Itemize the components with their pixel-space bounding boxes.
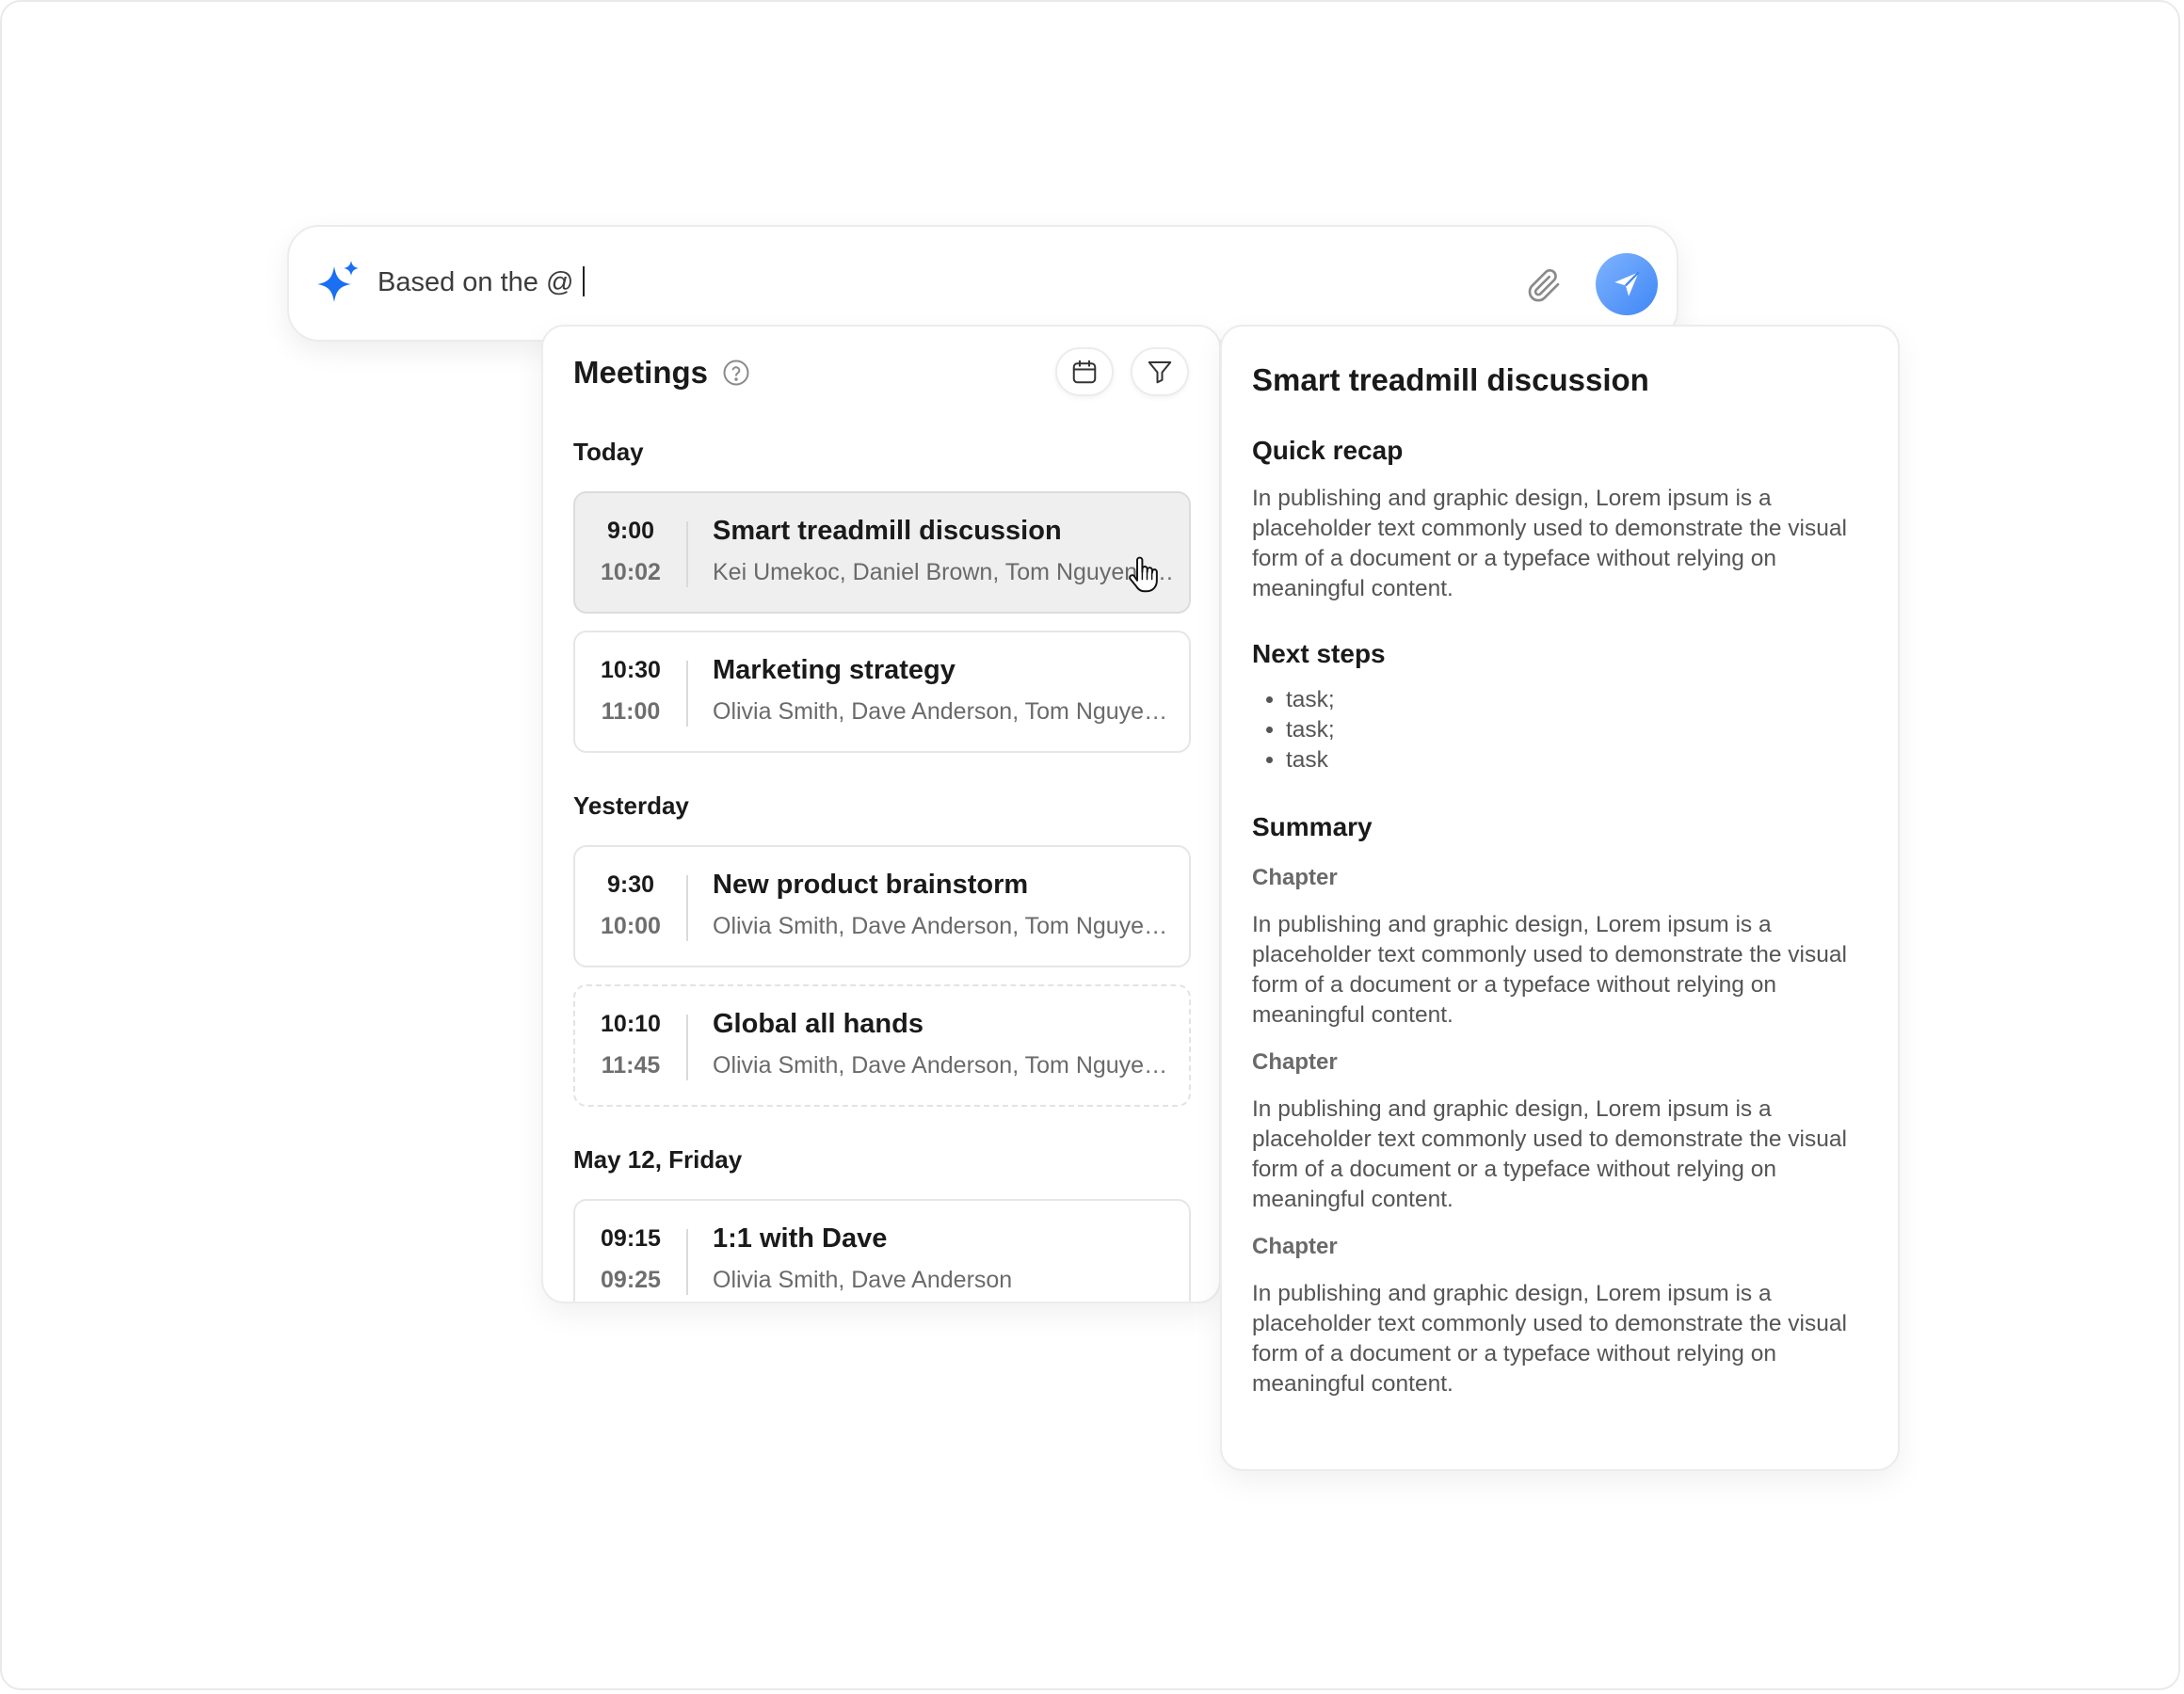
time-divider xyxy=(686,1229,688,1295)
text-caret xyxy=(583,266,586,296)
meeting-title: New product brainstorm xyxy=(713,870,1029,900)
meeting-start-time: 10:30 xyxy=(601,657,661,683)
chapter-label: Chapter xyxy=(1252,865,1338,890)
meeting-card[interactable]: 9:00 10:02 Smart treadmill discussion Ke… xyxy=(573,491,1191,614)
meeting-end-time: 10:02 xyxy=(601,559,661,585)
meeting-title: Global all hands xyxy=(713,1009,923,1039)
meetings-title: Meetings xyxy=(573,355,709,390)
next-step-item: task xyxy=(1286,745,1335,775)
help-icon[interactable] xyxy=(722,359,750,387)
section-label-today: Today xyxy=(573,438,644,466)
paperclip-icon[interactable] xyxy=(1525,266,1563,304)
time-divider xyxy=(686,1015,688,1080)
calendar-button[interactable] xyxy=(1055,347,1114,396)
meeting-card[interactable]: 9:30 10:00 New product brainstorm Olivia… xyxy=(573,845,1191,967)
prompt-input-text: Based on the @ xyxy=(377,267,582,297)
meeting-attendees: Olivia Smith, Dave Anderson, Tom Nguyen,… xyxy=(713,1052,1180,1079)
sparkle-icon xyxy=(317,261,359,302)
hand-cursor-icon xyxy=(1129,556,1158,593)
meeting-end-time: 10:00 xyxy=(601,913,661,939)
chapter-label: Chapter xyxy=(1252,1049,1338,1075)
section-label-may-12: May 12, Friday xyxy=(573,1145,743,1174)
next-steps-list: task; task; task xyxy=(1252,685,1335,775)
meeting-start-time: 9:30 xyxy=(606,871,655,898)
filter-icon xyxy=(1148,361,1172,384)
meeting-start-time: 9:00 xyxy=(606,518,655,544)
meetings-panel: Meetings Today 9:00 10:02 Smart treadmil… xyxy=(541,325,1221,1303)
meeting-attendees: Olivia Smith, Dave Anderson xyxy=(713,1267,1013,1293)
send-button[interactable] xyxy=(1596,253,1658,315)
meeting-end-time: 11:45 xyxy=(601,1052,661,1079)
send-icon xyxy=(1614,271,1640,296)
chapter-text: In publishing and graphic design, Lorem … xyxy=(1252,1096,1847,1212)
meeting-card[interactable]: 10:10 11:45 Global all hands Olivia Smit… xyxy=(573,984,1191,1107)
meeting-end-time: 11:00 xyxy=(601,698,661,725)
next-step-item: task; xyxy=(1286,685,1335,715)
time-divider xyxy=(686,521,688,587)
meeting-attendees: Olivia Smith, Dave Anderson, Tom Nguyen,… xyxy=(713,913,1180,939)
time-divider xyxy=(686,875,688,941)
calendar-icon xyxy=(1072,360,1097,384)
meeting-start-time: 09:15 xyxy=(601,1225,661,1252)
meeting-attendees: Kei Umekoc, Daniel Brown, Tom Nguyen, Ol… xyxy=(713,559,1180,585)
meeting-attendees: Olivia Smith, Dave Anderson, Tom Nguyen,… xyxy=(713,698,1180,725)
meeting-card[interactable]: 09:15 09:25 1:1 with Dave Olivia Smith, … xyxy=(573,1199,1191,1302)
meeting-title: 1:1 with Dave xyxy=(713,1223,888,1254)
quick-recap-text: In publishing and graphic design, Lorem … xyxy=(1252,486,1847,601)
meeting-start-time: 10:10 xyxy=(601,1011,661,1037)
prompt-input[interactable]: Based on the @ xyxy=(377,266,586,298)
filter-button[interactable] xyxy=(1131,347,1189,396)
meeting-end-time: 09:25 xyxy=(601,1267,661,1293)
time-divider xyxy=(686,661,688,727)
chapter-text: In publishing and graphic design, Lorem … xyxy=(1252,912,1847,1028)
meeting-title: Smart treadmill discussion xyxy=(713,516,1062,546)
chapter-text: In publishing and graphic design, Lorem … xyxy=(1252,1281,1847,1397)
summary-heading: Summary xyxy=(1252,812,1373,841)
detail-title: Smart treadmill discussion xyxy=(1252,362,1649,397)
meeting-title: Marketing strategy xyxy=(713,655,956,685)
section-label-yesterday: Yesterday xyxy=(573,791,689,820)
chapter-label: Chapter xyxy=(1252,1234,1338,1259)
meeting-detail-panel: Smart treadmill discussion Quick recap I… xyxy=(1220,325,1900,1471)
next-step-item: task; xyxy=(1286,715,1335,745)
next-steps-heading: Next steps xyxy=(1252,639,1386,668)
meeting-card[interactable]: 10:30 11:00 Marketing strategy Olivia Sm… xyxy=(573,631,1191,753)
quick-recap-heading: Quick recap xyxy=(1252,436,1404,465)
